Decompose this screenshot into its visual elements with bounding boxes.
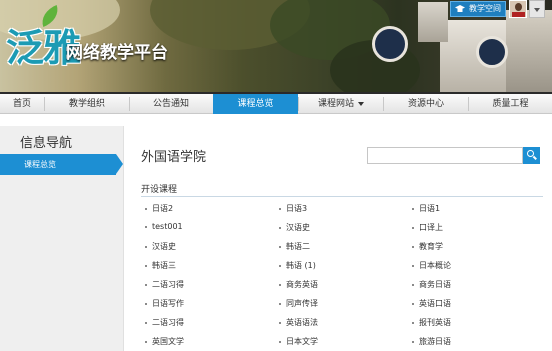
sidebar: 信息导航 课程总览 <box>0 126 124 351</box>
course-link[interactable]: 韩语三 <box>145 260 176 271</box>
section-title: 开设课程 <box>141 185 178 195</box>
section-divider <box>141 196 543 197</box>
page-title: 外国语学院 <box>141 150 207 165</box>
sidebar-item-label: 课程总览 <box>24 160 56 169</box>
course-link[interactable]: 汉语史 <box>145 241 176 252</box>
course-link[interactable]: 教育学 <box>412 241 443 252</box>
course-link[interactable]: 韩语二 <box>279 241 310 252</box>
nav-quality-project[interactable]: 质量工程 <box>469 94 552 114</box>
course-link[interactable]: 英国文学 <box>145 336 184 347</box>
course-link[interactable]: 商务英语 <box>279 279 318 290</box>
teaching-space-label: 教学空间 <box>469 4 501 13</box>
course-link[interactable]: 报刊英语 <box>412 317 451 328</box>
nav-course-overview[interactable]: 课程总览 <box>213 94 298 114</box>
nav-announcements[interactable]: 公告通知 <box>130 94 212 114</box>
nav-home[interactable]: 首页 <box>0 94 44 114</box>
graduation-cap-icon <box>455 5 465 12</box>
search-input[interactable] <box>367 147 523 164</box>
chevron-down-icon <box>358 101 364 106</box>
course-link[interactable]: 旅游日语 <box>412 336 451 347</box>
course-link[interactable]: 二语习得 <box>145 317 184 328</box>
platform-title: 网络教学平台 <box>66 43 168 63</box>
course-link[interactable]: 同声传译 <box>279 298 318 309</box>
course-link[interactable]: 商务日语 <box>412 279 451 290</box>
clock-icon <box>372 26 408 62</box>
user-menu-dropdown[interactable] <box>529 0 545 18</box>
course-link[interactable]: 日语1 <box>412 203 440 214</box>
course-link[interactable]: 日本概论 <box>412 260 451 271</box>
course-link[interactable]: test001 <box>145 222 183 231</box>
nav-course-sites-label: 课程网站 <box>317 99 354 109</box>
course-link[interactable]: 汉语史 <box>279 222 310 233</box>
course-link[interactable]: 英语口语 <box>412 298 451 309</box>
avatar[interactable] <box>509 0 527 18</box>
course-link[interactable]: 英语语法 <box>279 317 318 328</box>
course-link[interactable]: 日语写作 <box>145 298 184 309</box>
main-nav: 首页 教学组织 公告通知 课程总览 课程网站 资源中心 质量工程 <box>0 92 552 114</box>
course-link[interactable]: 韩语 (1) <box>279 260 316 271</box>
header-banner: 泛雅 网络教学平台 教学空间 <box>0 0 552 92</box>
course-link[interactable]: 二语习得 <box>145 279 184 290</box>
sidebar-title: 信息导航 <box>20 136 73 151</box>
chevron-down-icon <box>534 8 540 12</box>
course-link[interactable]: 日语3 <box>279 203 307 214</box>
course-link[interactable]: 日本文学 <box>279 336 318 347</box>
search-button[interactable] <box>523 147 540 164</box>
clock-icon <box>476 36 508 68</box>
nav-resource-center[interactable]: 资源中心 <box>384 94 468 114</box>
teaching-space-button[interactable]: 教学空间 <box>450 1 506 17</box>
nav-teaching-org[interactable]: 教学组织 <box>45 94 129 114</box>
sidebar-item-course-overview[interactable]: 课程总览 <box>0 154 123 175</box>
course-link[interactable]: 日语2 <box>145 203 173 214</box>
nav-course-sites[interactable]: 课程网站 <box>299 94 383 114</box>
course-link[interactable]: 口译上 <box>412 222 443 233</box>
